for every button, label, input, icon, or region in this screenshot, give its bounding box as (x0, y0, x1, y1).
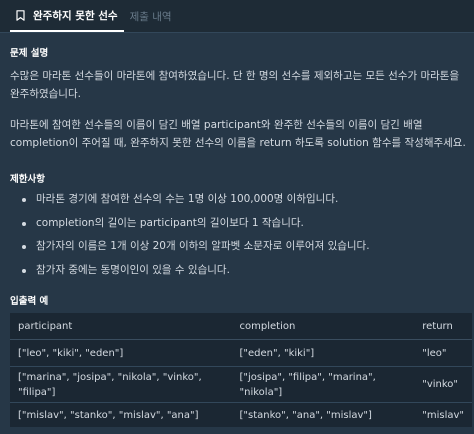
tab-submissions-label: 제출 내역 (129, 10, 172, 23)
constraint-item: completion의 길이는 participant의 길이보다 1 작습니다… (22, 212, 462, 236)
constraints-heading: 제한사항 (10, 174, 45, 185)
table-header-row: participant completion return (10, 313, 472, 340)
header-participant: participant (10, 313, 232, 340)
bookmark-icon[interactable] (16, 9, 25, 21)
cell-completion: ["stanko", "ana", "mislav"] (239, 409, 372, 421)
tab-problem[interactable]: 완주하지 못한 선수 (10, 0, 124, 32)
description-heading: 문제 설명 (10, 48, 49, 59)
constraint-item: 마라톤 경기에 참여한 선수의 수는 1명 이상 100,000명 이하입니다. (22, 188, 462, 212)
examples-table: participant completion return ["leo", "k… (10, 313, 472, 427)
cell-return: "vinko" (414, 366, 472, 403)
cell-participant: ["marina", "josipa", "nikola", "vinko", … (10, 366, 232, 403)
constraint-item: 참가자의 이름은 1개 이상 20개 이하의 알파벳 소문자로 이루어져 있습니… (22, 235, 462, 259)
tab-submissions[interactable]: 제출 내역 (124, 0, 178, 32)
cell-return: "mislav" (422, 409, 464, 421)
cell-participant: ["leo", "kiki", "eden"] (10, 339, 232, 367)
table-row: ["marina", "josipa", "nikola", "vinko", … (10, 366, 472, 403)
table-row: ["mislav", "stanko", "mislav", "ana"] ["… (10, 403, 472, 428)
examples-heading: 입출력 예 (10, 296, 49, 307)
description-paragraph-1: 수많은 마라톤 선수들이 마라톤에 참여하였습니다. 단 한 명의 선수를 제외… (10, 70, 460, 100)
cell-return: "leo" (414, 339, 472, 367)
cell-completion: ["josipa", "filipa", "marina", "nikola"] (231, 366, 415, 403)
table-row: ["leo", "kiki", "eden"] ["eden", "kiki"]… (10, 339, 472, 367)
tab-problem-label: 완주하지 못한 선수 (33, 9, 118, 22)
description-paragraph-2: 마라톤에 참여한 선수들의 이름이 담긴 배열 participant와 완주한… (10, 119, 466, 149)
constraints-list: 마라톤 경기에 참여한 선수의 수는 1명 이상 100,000명 이하입니다.… (22, 188, 462, 282)
header-return: return (414, 313, 472, 340)
tab-bar: 완주하지 못한 선수 제출 내역 (0, 0, 474, 33)
header-completion: completion (231, 313, 415, 340)
cell-participant: ["mislav", "stanko", "mislav", "ana"] (18, 409, 199, 421)
constraint-item: 참가자 중에는 동명이인이 있을 수 있습니다. (22, 259, 462, 283)
cell-completion: ["eden", "kiki"] (231, 339, 415, 367)
